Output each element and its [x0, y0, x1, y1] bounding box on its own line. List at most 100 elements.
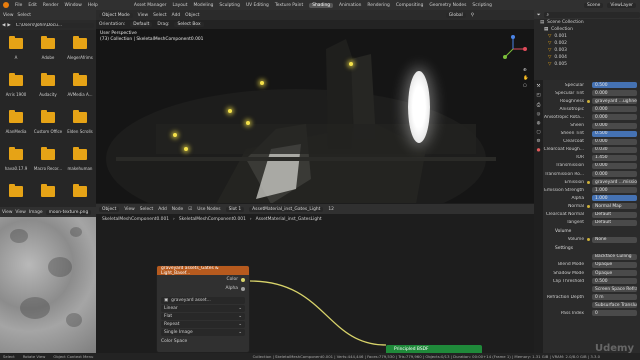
viewport-menu-select[interactable]: Select — [153, 13, 167, 18]
outliner-scene-collection[interactable]: ▤ Scene Collection — [534, 19, 640, 26]
output-tab-icon[interactable]: ⎙ — [537, 102, 541, 108]
breadcrumb-item[interactable]: AssetMaterial_inst_GatesLight — [256, 217, 322, 222]
property-value-field[interactable]: Subsurface Translucency — [592, 302, 637, 309]
tab-asset-manager[interactable]: Asset Manager — [134, 3, 167, 8]
menu-file[interactable]: File — [15, 3, 22, 8]
folder-item[interactable]: AVMedia A... — [64, 71, 96, 108]
folder-item[interactable]: AlanMedia — [0, 108, 32, 145]
tab-geometry-nodes[interactable]: Geometry Nodes — [429, 3, 466, 8]
property-value-field[interactable]: 1.000 — [592, 187, 637, 194]
socket-dot-icon[interactable] — [587, 238, 591, 242]
object-tab-icon[interactable]: ▢ — [536, 130, 540, 135]
slot-select[interactable]: Slot 1 — [225, 206, 245, 212]
blender-logo-icon[interactable] — [3, 2, 9, 8]
viewport-menu-view[interactable]: View — [138, 13, 148, 18]
socket-color-icon[interactable] — [241, 277, 245, 282]
folder-item[interactable]: hava0.17.9 — [0, 145, 32, 182]
tool-tab-icon[interactable]: ⚒ — [537, 84, 541, 89]
drag-select[interactable]: Select Box — [174, 22, 204, 27]
folder-item[interactable]: A — [0, 34, 32, 71]
outliner-row[interactable]: ▽ 0.005 — [534, 61, 640, 68]
image-datablock-field[interactable]: ▣ graveyard asset... — [161, 297, 245, 304]
outliner-row[interactable]: ▽ 0.001 — [534, 33, 640, 40]
socket-dot-icon[interactable] — [587, 180, 591, 184]
tab-rendering[interactable]: Rendering — [367, 3, 389, 8]
folder-item[interactable]: Elden Scrolls — [64, 108, 96, 145]
folder-item[interactable]: Audacity — [32, 71, 64, 108]
socket-dot-icon[interactable] — [587, 204, 591, 208]
zoom-icon[interactable]: ⊕ — [523, 68, 528, 73]
file-browser-menu-view[interactable]: View — [3, 13, 13, 18]
property-value-field[interactable]: 0.000 — [592, 122, 637, 129]
tab-sculpting[interactable]: Sculpting — [219, 3, 240, 8]
property-value-field[interactable]: Opaque — [592, 270, 637, 277]
property-value-field[interactable]: Screen Space Refraction — [592, 286, 637, 293]
menu-edit[interactable]: Edit — [28, 3, 37, 8]
breadcrumb-item[interactable]: SkeletalMeshComponent0.001 — [102, 217, 169, 222]
property-value-field[interactable]: 1.450 — [592, 154, 637, 161]
property-value-field[interactable]: 0.000 — [592, 162, 637, 169]
node-menu-add[interactable]: Add — [158, 207, 167, 212]
world-tab-icon[interactable]: ◍ — [537, 121, 541, 126]
3d-viewport[interactable] — [96, 29, 534, 203]
volume-section-header[interactable]: Volume — [543, 227, 640, 236]
property-value-field[interactable]: None — [592, 236, 637, 243]
property-value-field[interactable]: 0 — [592, 310, 637, 317]
orientation-select[interactable]: Default — [130, 22, 153, 27]
property-value-field[interactable]: Backface Culling — [592, 253, 637, 260]
outliner-row[interactable]: ▽ 0.004 — [534, 54, 640, 61]
camera-icon[interactable]: ⎔ — [523, 84, 528, 89]
property-value-field[interactable]: 0.000 — [592, 171, 637, 178]
menu-render[interactable]: Render — [43, 3, 59, 8]
image-texture-node[interactable]: graveyard assets_Gates & Light_Basef... … — [156, 265, 250, 353]
outliner-row[interactable]: ▤ Collection — [534, 26, 640, 33]
material-tab-icon[interactable]: ● — [537, 148, 541, 153]
render-tab-icon[interactable]: ◰ — [536, 93, 540, 98]
node-type-select[interactable]: Object — [99, 206, 120, 212]
outliner-filter-icon[interactable]: ⏷ — [537, 12, 541, 18]
folder-item[interactable]: Macro Recor... — [32, 145, 64, 182]
back-arrow-icon[interactable]: ◀ — [2, 23, 5, 28]
socket-dot-icon[interactable] — [587, 99, 591, 103]
pan-hand-icon[interactable]: ✋ — [523, 76, 528, 81]
tab-animation[interactable]: Animation — [339, 3, 361, 8]
outliner-row[interactable]: ▽ 0.003 — [534, 47, 640, 54]
modifier-tab-icon[interactable]: ⚙ — [537, 139, 541, 144]
image-editor-menu-view2[interactable]: View — [15, 210, 25, 215]
principled-bsdf-node-title[interactable]: Principled BSDF — [386, 345, 482, 353]
transform-global-select[interactable]: Global — [445, 12, 466, 18]
folder-item[interactable]: makehuman — [64, 145, 96, 182]
node-menu-select[interactable]: Select — [140, 207, 154, 212]
moon-texture-preview[interactable] — [0, 217, 96, 353]
breadcrumb-item[interactable]: SkeletalMeshComponent0.001 — [179, 217, 246, 222]
moon-object[interactable] — [408, 71, 430, 143]
projection-select[interactable]: Flat ⌄ — [161, 313, 245, 320]
tab-texture-paint[interactable]: Texture Paint — [275, 3, 303, 8]
property-value-field[interactable]: 0.030 — [592, 146, 637, 153]
outliner-row[interactable]: ▽ 0.002 — [534, 40, 640, 47]
scene-field[interactable]: Scene — [583, 2, 604, 8]
property-value-field[interactable]: 0.000 — [592, 114, 637, 121]
settings-section-header[interactable]: Settings — [543, 244, 640, 253]
folder-item[interactable]: Arris 1900 — [0, 71, 32, 108]
viewport-menu-object[interactable]: Object — [185, 13, 199, 18]
property-value-field[interactable]: Default — [592, 211, 637, 218]
node-menu-view[interactable]: View — [124, 207, 134, 212]
viewport-menu-add[interactable]: Add — [172, 13, 181, 18]
file-browser-menu-select[interactable]: Select — [17, 13, 31, 18]
outliner-search-input[interactable]: ⌕ — [543, 11, 640, 18]
forward-arrow-icon[interactable]: ▶ — [7, 23, 10, 28]
property-value-field[interactable]: 0.000 — [592, 90, 637, 97]
property-value-field[interactable]: 0.000 — [592, 138, 637, 145]
node-title[interactable]: graveyard assets_Gates & Light_Basef... — [157, 266, 249, 276]
image-name-field[interactable]: moon-texture.png — [45, 209, 92, 215]
property-value-field[interactable]: 0.500 — [592, 278, 637, 285]
scene-tab-icon[interactable]: ◎ — [537, 112, 541, 117]
folder-item[interactable]: Custom Office — [32, 108, 64, 145]
tab-compositing[interactable]: Compositing — [396, 3, 424, 8]
interpolation-select[interactable]: Linear ⌄ — [161, 305, 245, 312]
mode-select[interactable]: Object Mode — [99, 12, 133, 18]
folder-item[interactable]: Adobe — [32, 34, 64, 71]
menu-help[interactable]: Help — [88, 3, 98, 8]
property-value-field[interactable]: 0.500 — [592, 82, 637, 89]
